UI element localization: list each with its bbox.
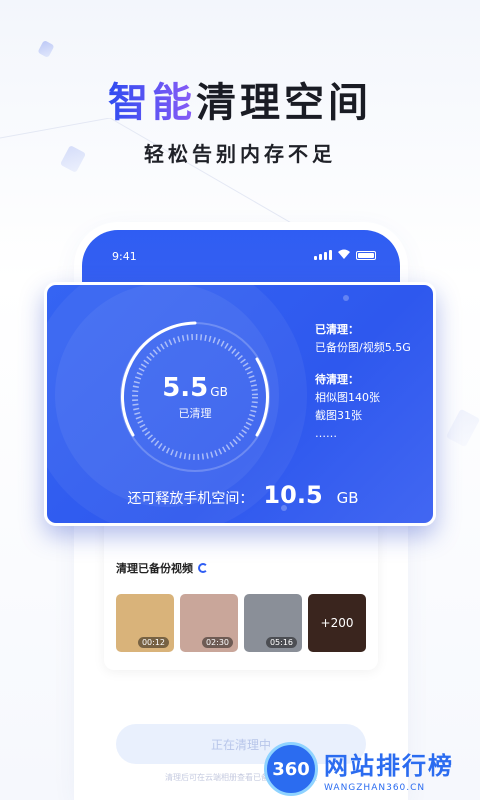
video-thumbnails: 00:12 02:30 05:16 +200 xyxy=(116,594,366,652)
clean-summary-card: 5.5 GB 已清理 已清理： 已备份图/视频5.5G 待清理： 相似图140张 … xyxy=(44,282,436,526)
pending-item: 截图31张 xyxy=(315,409,362,422)
more-count-overlay: +200 xyxy=(308,594,366,652)
battery-icon xyxy=(356,251,376,260)
decor-cube xyxy=(37,40,55,58)
clean-info: 已清理： 已备份图/视频5.5G 待清理： 相似图140张 截图31张 …… xyxy=(315,321,411,443)
page-subheadline: 轻松告别内存不足 xyxy=(144,142,336,166)
done-item: 已备份图/视频5.5G xyxy=(315,341,411,354)
free-space-row: 还可释放手机空间： 10.5 GB xyxy=(47,481,433,509)
free-space-unit: GB xyxy=(336,489,359,507)
wifi-icon xyxy=(338,249,350,259)
video-section-title: 清理已备份视频 xyxy=(116,560,208,576)
signal-icon xyxy=(314,250,332,260)
cleaned-unit: GB xyxy=(210,385,228,399)
decor-cube xyxy=(445,408,480,448)
watermark: 360 网站排行榜 WANGZHAN360.CN xyxy=(264,742,454,796)
video-thumbnail[interactable]: +200 xyxy=(308,594,366,652)
cleaned-label: 已清理 xyxy=(178,407,212,420)
status-icons xyxy=(314,248,376,260)
headline-accent: 智能 xyxy=(108,80,196,126)
pending-item: …… xyxy=(315,427,337,440)
watermark-logo: 360 xyxy=(264,742,318,796)
free-space-value: 10.5 xyxy=(263,481,323,509)
watermark-name: 网站排行榜 xyxy=(324,751,454,780)
free-space-label: 还可释放手机空间： xyxy=(127,491,254,507)
status-time: 9:41 xyxy=(112,250,137,263)
cleaned-value: 5.5 xyxy=(162,373,209,403)
video-thumbnail[interactable]: 02:30 xyxy=(180,594,238,652)
cleaned-amount: 5.5 GB xyxy=(162,373,228,403)
video-thumbnail[interactable]: 00:12 xyxy=(116,594,174,652)
page-headline: 智能清理空间 xyxy=(0,70,480,128)
done-header: 已清理： xyxy=(315,323,359,336)
video-duration: 05:16 xyxy=(265,637,297,648)
watermark-text: 网站排行榜 WANGZHAN360.CN xyxy=(324,746,454,793)
gauge-center: 5.5 GB 已清理 xyxy=(115,317,275,477)
loading-icon xyxy=(198,563,208,573)
headline-rest: 清理空间 xyxy=(196,80,372,126)
video-duration: 02:30 xyxy=(201,637,233,648)
video-thumbnail[interactable]: 05:16 xyxy=(244,594,302,652)
video-section-label: 清理已备份视频 xyxy=(116,562,193,575)
watermark-url: WANGZHAN360.CN xyxy=(324,782,426,793)
pending-item: 相似图140张 xyxy=(315,391,380,404)
pending-header: 待清理： xyxy=(315,373,359,386)
video-duration: 00:12 xyxy=(137,637,169,648)
decor-dot xyxy=(343,295,349,301)
